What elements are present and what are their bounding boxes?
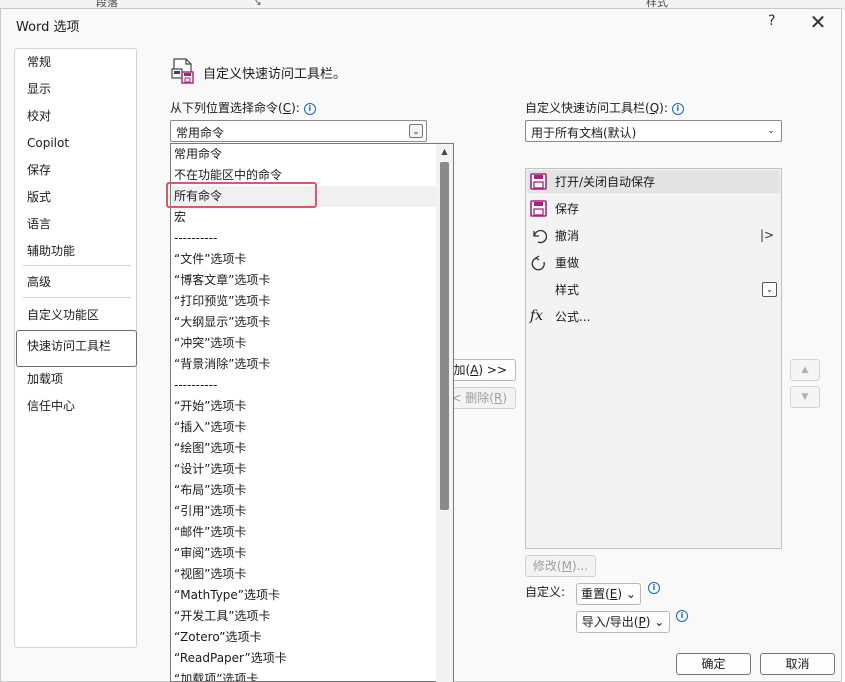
nav-item-display[interactable]: 显示 bbox=[27, 79, 51, 99]
scroll-up-arrow-icon[interactable]: ▲ bbox=[436, 144, 453, 160]
nav-divider bbox=[23, 297, 131, 298]
close-button[interactable]: ✕ bbox=[806, 10, 830, 34]
dropdown-option[interactable]: 常用命令 bbox=[174, 144, 222, 165]
dropdown-option[interactable]: “引用”选项卡 bbox=[174, 501, 246, 522]
choose-commands-hotkey: C bbox=[282, 101, 292, 115]
nav-item-language[interactable]: 语言 bbox=[27, 214, 51, 234]
undo-icon bbox=[530, 227, 548, 244]
dropdown-option[interactable]: “冲突”选项卡 bbox=[174, 333, 246, 354]
customize-toolbar-select[interactable]: 用于所有文档(默认) ⌄ bbox=[525, 120, 782, 142]
save-icon bbox=[530, 200, 547, 217]
list-item-save[interactable]: 保存 bbox=[555, 199, 579, 219]
import-export-hotkey: P bbox=[638, 615, 646, 629]
dropdown-option[interactable]: “ReadPaper”选项卡 bbox=[174, 648, 287, 669]
dropdown-option[interactable]: “大纲显示”选项卡 bbox=[174, 312, 270, 333]
list-item-formula[interactable]: 公式... bbox=[555, 307, 590, 327]
remove-button-suffix: ) bbox=[502, 391, 507, 405]
dropdown-option[interactable]: “背景消除”选项卡 bbox=[174, 354, 270, 375]
dropdown-option[interactable]: “设计”选项卡 bbox=[174, 459, 246, 480]
customize-toolbar-value: 用于所有文档(默认) bbox=[531, 126, 637, 140]
reset-button-text: 重置( bbox=[581, 587, 610, 601]
dropdown-option[interactable]: “文件”选项卡 bbox=[174, 249, 246, 270]
modify-button-suffix: )... bbox=[571, 559, 589, 573]
reset-button[interactable]: 重置(E) ⌄ bbox=[576, 583, 641, 605]
import-export-button-text: 导入/导出( bbox=[581, 615, 639, 629]
choose-commands-text: 从下列位置选择命令 bbox=[170, 101, 279, 115]
add-button-suffix: ) >> bbox=[478, 363, 507, 377]
list-item-undo[interactable]: 撤消 bbox=[555, 226, 579, 246]
nav-item-proofing[interactable]: 校对 bbox=[27, 106, 51, 126]
choose-commands-select[interactable]: 常用命令 ⌄ bbox=[170, 120, 427, 142]
formula-icon: fx bbox=[530, 308, 544, 324]
chevron-down-icon[interactable]: ⌄ bbox=[409, 124, 423, 138]
import-export-button[interactable]: 导入/导出(P) ⌄ bbox=[576, 611, 670, 633]
nav-item-addins[interactable]: 加载项 bbox=[27, 369, 63, 389]
dropdown-option[interactable]: “MathType”选项卡 bbox=[174, 585, 280, 606]
annotation-highlight-box bbox=[166, 182, 317, 208]
dropdown-option[interactable]: ---------- bbox=[174, 375, 217, 396]
nav-item-save[interactable]: 保存 bbox=[27, 160, 51, 180]
dropdown-option[interactable]: ---------- bbox=[174, 228, 217, 249]
toolbar-commands-list[interactable]: 打开/关闭自动保存 保存 撤消 |> 重做 样式 ⌄ fx 公式... bbox=[525, 168, 782, 549]
dropdown-option[interactable]: “邮件”选项卡 bbox=[174, 522, 246, 543]
dropdown-option[interactable]: “开始”选项卡 bbox=[174, 396, 246, 417]
section-title: 自定义快速访问工具栏。 bbox=[203, 67, 347, 82]
choose-commands-dropdown-list[interactable]: 常用命令 不在功能区中的命令 所有命令宏 ---------- “文件”选项卡 “博客文章… bbox=[170, 143, 454, 682]
dropdown-scroll-thumb[interactable] bbox=[440, 162, 449, 510]
remove-button-text: < 删除( bbox=[451, 391, 494, 405]
help-button[interactable]: ? bbox=[768, 13, 782, 31]
customize-toolbar-hotkey: Q bbox=[649, 101, 660, 115]
dropdown-option[interactable]: “Zotero”选项卡 bbox=[174, 627, 261, 648]
choose-commands-value: 常用命令 bbox=[176, 126, 225, 140]
info-icon[interactable]: i bbox=[648, 582, 660, 594]
customizations-label: 自定义: bbox=[525, 585, 566, 599]
info-icon[interactable]: i bbox=[303, 103, 316, 115]
list-item-styles[interactable]: 样式 bbox=[555, 280, 579, 300]
dialog-title: Word 选项 bbox=[16, 20, 80, 35]
dropdown-option[interactable]: “博客文章”选项卡 bbox=[174, 270, 270, 291]
nav-item-trust-center[interactable]: 信任中心 bbox=[27, 396, 75, 416]
dropdown-option[interactable]: “开发工具”选项卡 bbox=[174, 606, 270, 627]
customize-toolbar-label: 自定义快速访问工具栏(Q): i bbox=[525, 99, 684, 116]
nav-item-layout[interactable]: 版式 bbox=[27, 187, 51, 207]
submenu-arrow-icon: |> bbox=[760, 228, 775, 242]
modify-hotkey: M bbox=[561, 559, 572, 573]
choose-commands-label: 从下列位置选择命令(C): i bbox=[170, 99, 316, 116]
info-icon[interactable]: i bbox=[676, 610, 688, 622]
nav-item-copilot[interactable]: Copilot bbox=[27, 133, 69, 153]
list-item-redo[interactable]: 重做 bbox=[555, 253, 579, 273]
dropdown-option[interactable]: “打印预览”选项卡 bbox=[174, 291, 270, 312]
ok-button[interactable]: 确定 bbox=[676, 653, 751, 675]
modify-button[interactable]: 修改(M)... bbox=[525, 555, 596, 577]
chevron-down-icon[interactable]: ⌄ bbox=[764, 124, 778, 138]
dropdown-option[interactable]: “审阅”选项卡 bbox=[174, 543, 246, 564]
nav-item-general[interactable]: 常规 bbox=[27, 52, 51, 72]
dropdown-option[interactable]: “绘图”选项卡 bbox=[174, 438, 246, 459]
save-autosave-icon bbox=[530, 173, 547, 190]
redo-icon bbox=[530, 254, 547, 271]
quick-access-toolbar-icon bbox=[170, 56, 196, 86]
dropdown-option[interactable]: “视图”选项卡 bbox=[174, 564, 246, 585]
nav-item-customize-ribbon[interactable]: 自定义功能区 bbox=[27, 305, 99, 325]
dropdown-option[interactable]: 宏 bbox=[174, 207, 186, 228]
dropdown-option[interactable]: “布局”选项卡 bbox=[174, 480, 246, 501]
dropdown-option[interactable]: “加载项”选项卡 bbox=[174, 669, 258, 681]
background-launcher-icon: ↘ bbox=[254, 0, 262, 8]
move-down-button[interactable]: ▼ bbox=[790, 386, 820, 408]
style-gallery-icon: ⌄ bbox=[762, 282, 777, 297]
list-item-autosave[interactable]: 打开/关闭自动保存 bbox=[555, 172, 655, 192]
dropdown-option[interactable]: “插入”选项卡 bbox=[174, 417, 246, 438]
import-export-button-suffix: ) bbox=[645, 615, 651, 629]
nav-divider bbox=[23, 265, 131, 266]
move-up-button[interactable]: ▲ bbox=[790, 359, 820, 381]
nav-item-advanced[interactable]: 高级 bbox=[27, 272, 51, 292]
customize-toolbar-text: 自定义快速访问工具栏 bbox=[525, 101, 646, 115]
cancel-button[interactable]: 取消 bbox=[760, 653, 835, 675]
info-icon[interactable]: i bbox=[671, 103, 684, 115]
reset-button-suffix: ) bbox=[617, 587, 623, 601]
options-nav-panel: 常规 显示 校对 Copilot 保存 版式 语言 辅助功能 高级 自定义功能区… bbox=[14, 48, 137, 648]
nav-item-quick-access-toolbar[interactable]: 快速访问工具栏 bbox=[27, 336, 111, 356]
nav-item-accessibility[interactable]: 辅助功能 bbox=[27, 241, 75, 261]
modify-button-text: 修改( bbox=[532, 559, 562, 573]
